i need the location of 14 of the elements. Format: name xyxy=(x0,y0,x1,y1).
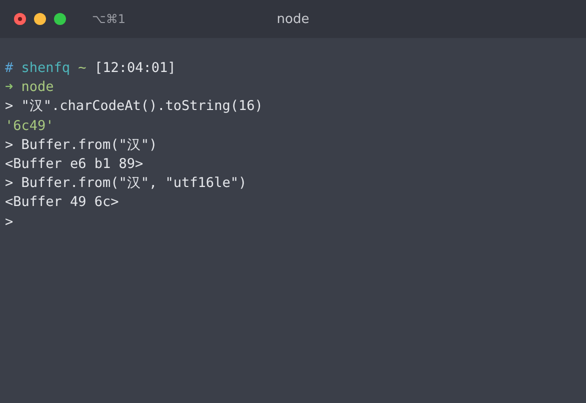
window-title: node xyxy=(276,12,310,26)
terminal-line: '6c49' xyxy=(5,116,55,136)
tab-shortcut: ⌥⌘1 xyxy=(92,12,126,26)
terminal-line: > Buffer.from("汉") xyxy=(5,136,158,155)
terminal-line: > xyxy=(5,212,14,232)
terminal-line: <Buffer 49 6c> xyxy=(5,193,120,212)
close-icon[interactable] xyxy=(14,13,26,25)
terminal-line: <Buffer e6 b1 89> xyxy=(5,154,144,174)
terminal-line: # shenfq ~ [12:04:01] xyxy=(5,59,177,78)
minimize-icon[interactable] xyxy=(34,13,46,25)
zoom-icon[interactable] xyxy=(54,13,66,25)
terminal-line: > "汉".charCodeAt().toString(16) xyxy=(5,97,264,116)
terminal-line: ➜ node xyxy=(5,78,55,98)
terminal-line: > Buffer.from("汉", "utf16le") xyxy=(5,174,248,194)
